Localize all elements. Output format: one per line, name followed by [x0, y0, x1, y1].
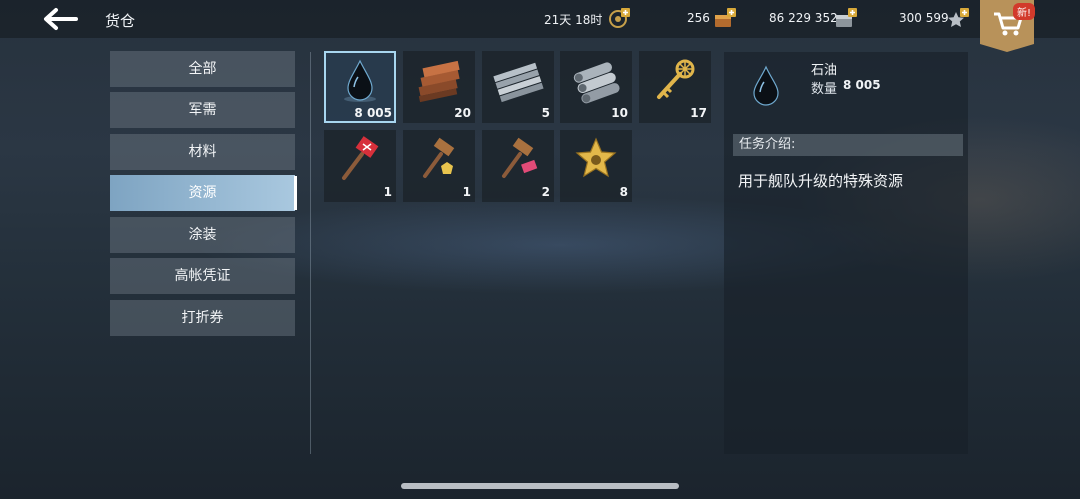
page-title: 货仓 [105, 12, 136, 30]
item-slot-steel[interactable]: 5 [482, 51, 554, 123]
gold-star-badge-icon [575, 137, 617, 178]
item-slot-wood[interactable]: 20 [403, 51, 475, 123]
red-hammer-icon [342, 136, 379, 180]
category-all[interactable]: 全部 [110, 51, 295, 87]
item-slot-star-badge[interactable]: 8 [560, 130, 632, 202]
wood-planks-icon [418, 60, 460, 103]
oil-drop-icon [344, 59, 376, 102]
premium-time-text: 21天 18时 [544, 13, 603, 27]
gold-amount-text: 256 [687, 11, 710, 25]
detail-qty-value: 8 005 [843, 78, 881, 92]
category-coupons[interactable]: 打折券 [110, 300, 295, 336]
category-skins[interactable]: 涂装 [110, 217, 295, 253]
category-vouchers[interactable]: 高帐凭证 [110, 258, 295, 294]
item-qty: 8 [619, 185, 628, 199]
metal-pipes-icon [573, 62, 620, 104]
task-intro-header: 任务介绍: [733, 134, 963, 156]
detail-qty-label: 数量 [811, 82, 838, 97]
stars-amount-text: 300 599 [899, 11, 949, 25]
back-arrow-icon [44, 8, 78, 30]
gold-chest-add-icon[interactable] [713, 6, 736, 30]
steel-rods-icon [493, 62, 544, 103]
new-badge: 新! [1013, 3, 1036, 20]
star-add-icon[interactable] [946, 6, 969, 30]
category-resources[interactable]: 资源 [110, 175, 297, 211]
category-materials[interactable]: 材料 [110, 134, 295, 170]
detail-oil-drop-icon [744, 64, 788, 110]
item-slot-key[interactable]: 17 [639, 51, 711, 123]
item-slot-red-hammer[interactable]: 1 [324, 130, 396, 202]
item-slot-pink-hammer[interactable]: 2 [482, 130, 554, 202]
item-slot-gold-hammer[interactable]: 1 [403, 130, 475, 202]
gold-key-icon [657, 59, 695, 99]
credits-amount-text: 86 229 352 [769, 11, 838, 25]
item-qty: 1 [383, 185, 392, 199]
detail-item-name: 石油 [811, 63, 838, 78]
item-slot-oil[interactable]: 8 005 [324, 51, 396, 123]
item-qty: 8 005 [354, 106, 392, 120]
premium-add-icon[interactable] [607, 6, 630, 30]
item-slot-pipes[interactable]: 10 [560, 51, 632, 123]
task-description: 用于舰队升级的特殊资源 [738, 172, 904, 190]
item-qty: 5 [541, 106, 550, 120]
item-qty: 2 [541, 185, 550, 199]
pink-hammer-icon [502, 137, 538, 178]
silver-chest-add-icon[interactable] [834, 6, 857, 30]
home-indicator[interactable] [401, 483, 679, 489]
item-qty: 20 [454, 106, 471, 120]
gold-hammer-icon [423, 137, 455, 178]
item-detail-panel [724, 52, 968, 454]
panel-divider [310, 52, 311, 454]
item-qty: 17 [690, 106, 707, 120]
category-supplies[interactable]: 军需 [110, 92, 295, 128]
item-qty: 1 [462, 185, 471, 199]
item-qty: 10 [611, 106, 628, 120]
back-button[interactable] [40, 6, 80, 32]
